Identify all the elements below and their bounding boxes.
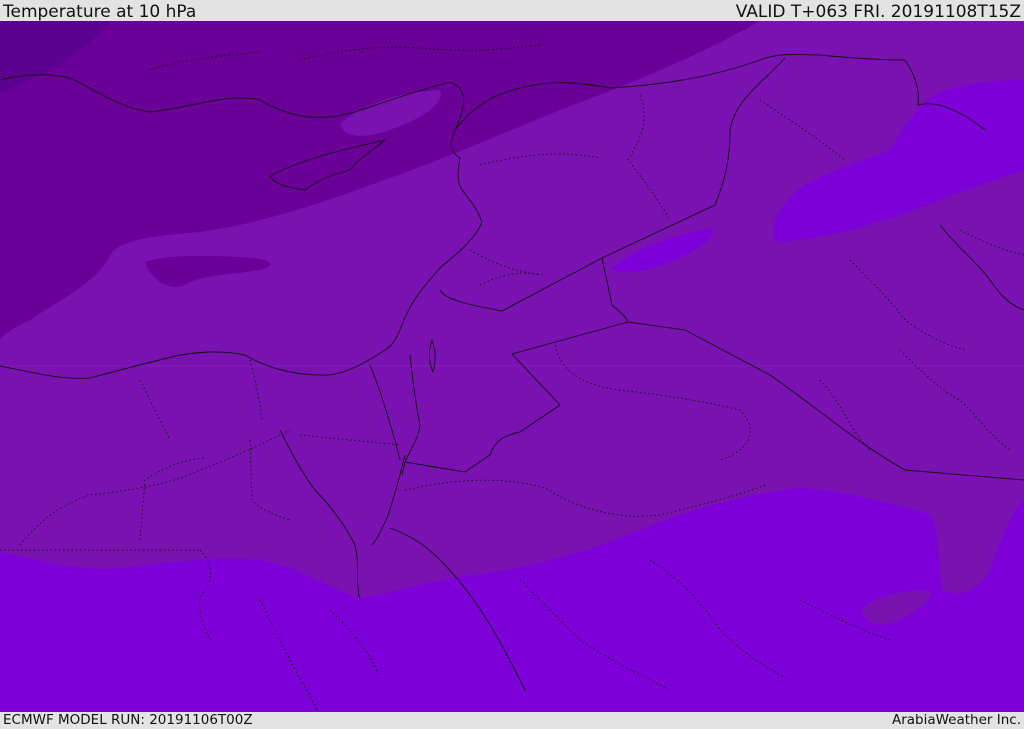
credit-label: ArabiaWeather Inc. xyxy=(891,712,1021,728)
temperature-map[interactable] xyxy=(0,21,1024,712)
valid-time-label: VALID T+063 FRI. 20191108T15Z xyxy=(735,2,1021,22)
model-run-label: ECMWF MODEL RUN: 20191106T00Z xyxy=(3,712,253,728)
footer-bar: ECMWF MODEL RUN: 20191106T00Z ArabiaWeat… xyxy=(0,712,1024,729)
map-title: Temperature at 10 hPa xyxy=(3,2,197,22)
map-panel[interactable] xyxy=(0,21,1024,712)
header-bar: Temperature at 10 hPa VALID T+063 FRI. 2… xyxy=(0,0,1024,21)
